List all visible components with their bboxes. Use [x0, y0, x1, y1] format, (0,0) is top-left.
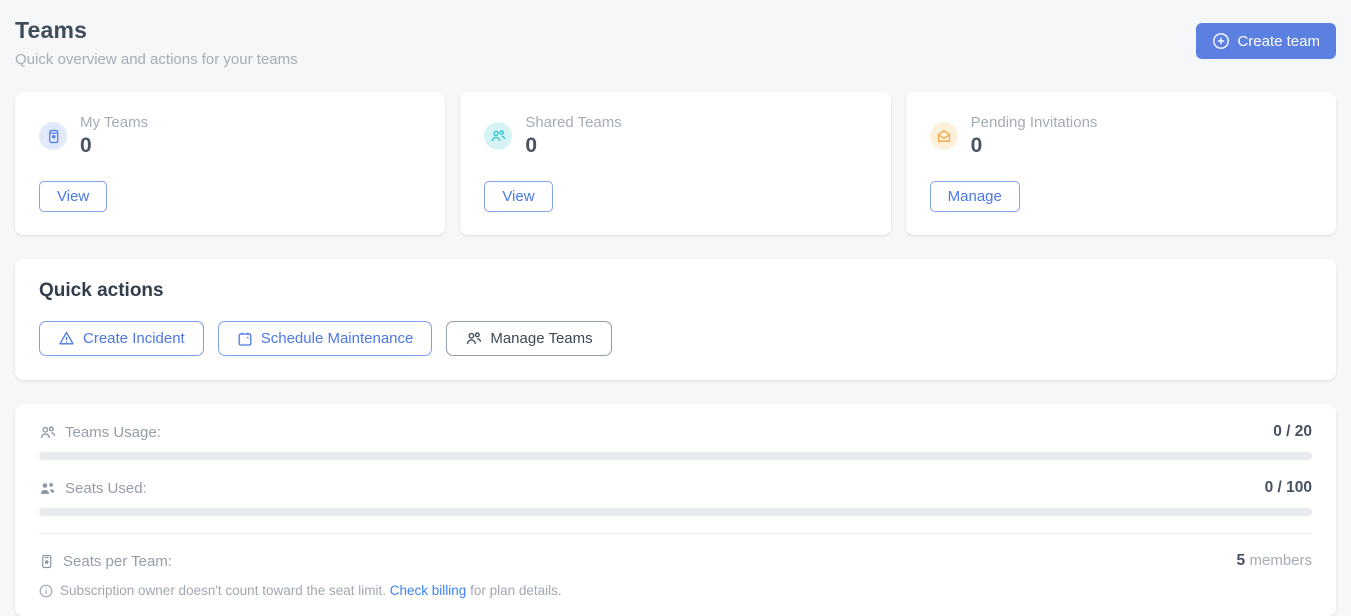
user-group-icon: [39, 424, 56, 441]
my-teams-view-button[interactable]: View: [39, 181, 107, 212]
usage-note-text: Subscription owner doesn't count toward …: [60, 583, 562, 598]
check-billing-link[interactable]: Check billing: [390, 583, 467, 598]
quick-actions-row: Create Incident Schedule Maintenance: [39, 321, 1312, 356]
warning-triangle-icon: [58, 330, 75, 347]
seats-used-progressbar: [39, 508, 1312, 516]
seats-used-row: Seats Used: 0 / 100: [39, 479, 1312, 497]
usage-panel: Teams Usage: 0 / 20 Seats Used: 0 / 100: [15, 404, 1336, 616]
seats-per-team-value: 5 members: [1237, 552, 1312, 570]
stat-card-text: My Teams 0: [80, 114, 148, 158]
seats-per-team-label-group: Seats per Team:: [39, 553, 172, 570]
teams-usage-label-group: Teams Usage:: [39, 424, 161, 441]
stat-card-label: Pending Invitations: [971, 114, 1098, 131]
usage-note-suffix: for plan details.: [470, 583, 562, 598]
envelope-open-icon: [930, 122, 958, 150]
create-team-button[interactable]: Create team: [1196, 23, 1336, 59]
stat-cards-row: My Teams 0 View Shared Teams: [15, 92, 1336, 235]
user-group-icon: [465, 330, 482, 347]
stat-card-text: Shared Teams 0: [525, 114, 621, 158]
seats-used-label-group: Seats Used:: [39, 480, 147, 497]
contact-card-icon: [39, 554, 54, 569]
manage-teams-label: Manage Teams: [490, 330, 592, 347]
contact-book-icon: [39, 122, 67, 150]
calendar-icon: [237, 331, 253, 347]
teams-usage-row: Teams Usage: 0 / 20: [39, 423, 1312, 441]
quick-actions-title: Quick actions: [39, 280, 1312, 302]
stat-card-top: Shared Teams 0: [484, 114, 866, 158]
info-circle-icon: [39, 584, 53, 598]
quick-actions-panel: Quick actions Create Incident: [15, 259, 1336, 380]
manage-teams-button[interactable]: Manage Teams: [446, 321, 611, 356]
schedule-maintenance-button[interactable]: Schedule Maintenance: [218, 321, 433, 356]
page-header: Teams Quick overview and actions for you…: [15, 14, 1336, 68]
stat-card-value: 0: [971, 134, 1098, 158]
seats-per-team-unit: members: [1249, 552, 1312, 569]
stat-card-top: Pending Invitations 0: [930, 114, 1312, 158]
teams-usage-progressbar: [39, 452, 1312, 460]
usage-note-prefix: Subscription owner doesn't count toward …: [60, 583, 386, 598]
seats-used-value: 0 / 100: [1265, 479, 1312, 497]
stat-card-top: My Teams 0: [39, 114, 421, 158]
shared-teams-view-button[interactable]: View: [484, 181, 552, 212]
stat-card-my-teams: My Teams 0 View: [15, 92, 445, 235]
page-subtitle: Quick overview and actions for your team…: [15, 51, 298, 68]
schedule-maintenance-label: Schedule Maintenance: [261, 330, 414, 347]
user-group-icon: [484, 122, 512, 150]
stat-card-value: 0: [525, 134, 621, 158]
stat-card-label: My Teams: [80, 114, 148, 131]
usage-note: Subscription owner doesn't count toward …: [39, 583, 1312, 598]
pending-invitations-manage-button[interactable]: Manage: [930, 181, 1020, 212]
page-header-text: Teams Quick overview and actions for you…: [15, 14, 298, 68]
seats-per-team-label: Seats per Team:: [63, 553, 172, 570]
seats-used-label: Seats Used:: [65, 480, 147, 497]
teams-usage-label: Teams Usage:: [65, 424, 161, 441]
seats-per-team-row: Seats per Team: 5 members: [39, 534, 1312, 570]
stat-card-value: 0: [80, 134, 148, 158]
create-team-label: Create team: [1237, 33, 1320, 50]
page-title: Teams: [15, 17, 298, 44]
stat-card-text: Pending Invitations 0: [971, 114, 1098, 158]
plus-circle-icon: [1212, 32, 1230, 50]
teams-page: Teams Quick overview and actions for you…: [0, 0, 1351, 616]
create-incident-label: Create Incident: [83, 330, 185, 347]
teams-usage-value: 0 / 20: [1273, 423, 1312, 441]
stat-card-shared-teams: Shared Teams 0 View: [460, 92, 890, 235]
seats-per-team-number: 5: [1237, 552, 1246, 569]
users-filled-icon: [39, 480, 56, 497]
stat-card-pending-invitations: Pending Invitations 0 Manage: [906, 92, 1336, 235]
stat-card-label: Shared Teams: [525, 114, 621, 131]
create-incident-button[interactable]: Create Incident: [39, 321, 204, 356]
